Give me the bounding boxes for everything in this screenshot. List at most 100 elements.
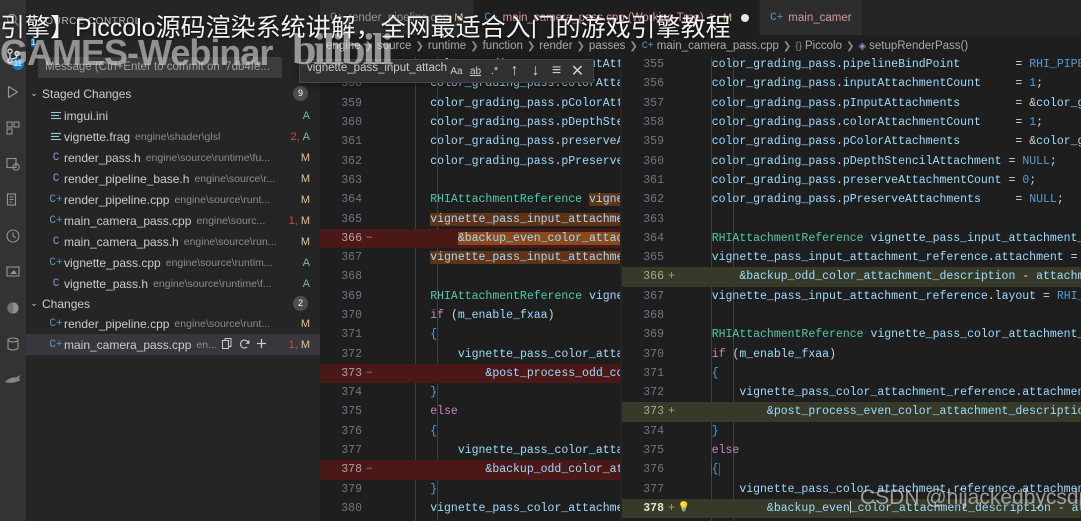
breadcrumb-item-passes[interactable]: passes: [589, 40, 625, 52]
list-item[interactable]: C render_pipeline_base.h engine\source\r…: [26, 168, 320, 189]
open-file-icon[interactable]: [221, 337, 234, 353]
code-line[interactable]: 370 if (m_enable_fxaa): [622, 344, 1081, 363]
breadcrumb-item-namespace[interactable]: {} Piccolo: [795, 40, 842, 52]
code-line[interactable]: 372 vignette_pass_color_attachment_refer…: [622, 383, 1081, 402]
list-item[interactable]: C render_pass.h engine\source\runtime\fu…: [26, 147, 320, 168]
tab-dirty-dot[interactable]: [741, 13, 750, 22]
code-line[interactable]: 367 vignette_pass_input_attachment_refer…: [622, 287, 1081, 306]
find-in-selection-icon[interactable]: ≡: [546, 61, 567, 82]
breadcrumb-item-symbol[interactable]: ◈ setupRenderPass(): [858, 40, 968, 52]
source-control-icon[interactable]: 11: [0, 38, 26, 74]
code-line[interactable]: 376 {: [622, 460, 1081, 479]
code-line[interactable]: 357 color_grading_pass.pInputAttachments…: [622, 94, 1081, 113]
use-regex-icon[interactable]: .*: [485, 62, 504, 81]
breadcrumb-item-function[interactable]: function: [483, 40, 523, 52]
find-input[interactable]: vignette_pass_input_attachm: [303, 61, 447, 81]
code-line-added[interactable]: 366 + &backup_odd_color_attachment_descri…: [622, 267, 1081, 287]
database-icon[interactable]: [0, 326, 26, 362]
code-line[interactable]: 362 color_grading_pass.pPreserveAttachme…: [622, 190, 1081, 209]
code-line[interactable]: 369 RHIAttachmentReference vignette_pass…: [622, 325, 1081, 344]
code-line[interactable]: 361 color_grading_pass.preserveAttachmen…: [622, 171, 1081, 190]
list-item-selected[interactable]: C+ main_camera_pass.cpp en... 1, M: [26, 334, 320, 355]
code-line[interactable]: 361 color_grading_pass.preserveAttachmen: [320, 132, 620, 151]
close-icon[interactable]: ✕: [567, 61, 588, 82]
search-icon[interactable]: [0, 2, 26, 38]
chevron-down-icon: ⌄: [30, 88, 38, 98]
breadcrumb-item-render[interactable]: render: [539, 40, 572, 52]
staged-changes-header[interactable]: ⌄ Staged Changes 9: [26, 84, 320, 103]
code-line[interactable]: 369 RHIAttachmentReference vignette_pass: [320, 287, 620, 306]
list-item[interactable]: imgui.ini A: [26, 105, 320, 126]
code-line[interactable]: 367 vignette_pass_input_attachment_refer: [320, 248, 620, 267]
code-line[interactable]: 355 color_grading_pass.pipelineBindPoint…: [622, 57, 1081, 74]
extensions-icon[interactable]: [0, 110, 26, 146]
code-line[interactable]: 359 color_grading_pass.pColorAttachments: [320, 94, 620, 113]
tab-render-pipeline-cpp[interactable]: C+ render_pipeline.cpp M: [320, 0, 475, 35]
list-item[interactable]: vignette.frag engine\shader\glsl 2, A: [26, 126, 320, 147]
timeline-icon[interactable]: [0, 218, 26, 254]
match-case-icon[interactable]: Aa: [447, 62, 466, 81]
list-item[interactable]: C vignette_pass.h engine\source\runtime\…: [26, 273, 320, 294]
list-item[interactable]: C+ render_pipeline.cpp engine\source\run…: [26, 189, 320, 210]
code-line[interactable]: 371 {: [320, 325, 620, 344]
list-item[interactable]: C+ vignette_pass.cpp engine\source\runti…: [26, 252, 320, 273]
code-line[interactable]: 356 color_grading_pass.inputAttachmentCo…: [622, 74, 1081, 93]
tab-main-camera-pass-cpp[interactable]: C+ main_camer: [760, 0, 863, 35]
code-line[interactable]: 359 color_grading_pass.pColorAttachments…: [622, 132, 1081, 151]
code-line[interactable]: 363: [622, 209, 1081, 228]
list-item[interactable]: C main_camera_pass.h engine\source\run..…: [26, 231, 320, 252]
code-line[interactable]: 379 }: [320, 480, 620, 499]
code-line[interactable]: 364 RHIAttachmentReference vignette_pass: [320, 190, 620, 209]
code-line[interactable]: 377 vignette_pass_color_attachment_r: [320, 441, 620, 460]
code-line-added-current[interactable]: 378 + 💡 &backup_even_color_attachment_desc…: [622, 498, 1081, 519]
code-line[interactable]: 368: [320, 267, 620, 286]
lightbulb-icon[interactable]: 💡: [677, 502, 691, 514]
commit-message-input[interactable]: Message (Ctrl+Enter to commit on '7db4fe…: [38, 57, 282, 78]
stage-changes-icon[interactable]: [255, 337, 268, 353]
breadcrumb-item-file[interactable]: C+ main_camera_pass.cpp: [642, 40, 779, 52]
code-line[interactable]: 380 vignette_pass_color_attachment_refer: [320, 499, 620, 518]
code-line[interactable]: 374 }: [320, 383, 620, 402]
code-line-deleted[interactable]: 378− &backup_odd_color_attachment: [320, 460, 620, 480]
code-line[interactable]: 364 RHIAttachmentReference vignette_pass…: [622, 229, 1081, 248]
code-line-deleted[interactable]: 366− &backup_even_color_attachment_de: [320, 228, 620, 248]
code-line[interactable]: 360 color_grading_pass.pDepthStencilAtta: [320, 113, 620, 132]
remote-explorer-icon[interactable]: [0, 146, 26, 182]
vscode-window: 11 SOURCE CONTROL 1 Message (Ctrl+Enter …: [0, 0, 1081, 521]
changes-header[interactable]: ⌄ Changes 2: [26, 294, 320, 313]
live-share-icon[interactable]: [0, 254, 26, 290]
breadcrumb: engine ❯ source ❯ runtime ❯ function ❯ r…: [320, 35, 1081, 57]
tab-main-camera-pass-cpp-working-tree[interactable]: C+ main_camera_pass.cpp (Working Tree) 1…: [474, 0, 761, 35]
breadcrumb-item-runtime[interactable]: runtime: [428, 40, 466, 52]
next-match-icon[interactable]: ↓: [525, 61, 546, 82]
code-line[interactable]: 365 vignette_pass_input_attachment_refer…: [622, 248, 1081, 267]
code-line[interactable]: 372 vignette_pass_color_attachment_r: [320, 344, 620, 363]
code-line[interactable]: 375 else: [622, 441, 1081, 460]
code-line[interactable]: 365 vignette_pass_input_attachment_refer: [320, 209, 620, 228]
code-line[interactable]: 360 color_grading_pass.pDepthStencilAtta…: [622, 151, 1081, 170]
code-line[interactable]: 358 color_grading_pass.colorAttachmentCo…: [622, 113, 1081, 132]
run-and-debug-icon[interactable]: [0, 74, 26, 110]
docker-icon[interactable]: [0, 290, 26, 326]
testing-icon[interactable]: [0, 182, 26, 218]
code-line[interactable]: 374 }: [622, 422, 1081, 441]
code-line-deleted[interactable]: 373− &post_process_odd_color_atta: [320, 363, 620, 384]
code-line[interactable]: 376 {: [320, 422, 620, 441]
breadcrumb-item-source[interactable]: source: [377, 40, 412, 52]
sidebar-title: SOURCE CONTROL: [38, 16, 141, 27]
gitlens-icon[interactable]: [0, 362, 26, 398]
match-whole-word-icon[interactable]: ab: [466, 62, 485, 81]
code-line-added[interactable]: 373 + &post_process_even_color_attachment…: [622, 402, 1081, 422]
code-line[interactable]: 375 else: [320, 402, 620, 421]
code-line[interactable]: 371 {: [622, 364, 1081, 383]
code-line[interactable]: 368: [622, 306, 1081, 325]
code-line[interactable]: 370 if (m_enable_fxaa): [320, 306, 620, 325]
code-line[interactable]: 363: [320, 171, 620, 190]
discard-changes-icon[interactable]: [238, 337, 251, 353]
code-line[interactable]: 362 color_grading_pass.pPreserveAttachme: [320, 151, 620, 170]
code-line[interactable]: 377 vignette_pass_color_attachment_refer…: [622, 480, 1081, 499]
list-item[interactable]: C+ render_pipeline.cpp engine\source\run…: [26, 313, 320, 334]
previous-match-icon[interactable]: ↑: [504, 61, 525, 82]
breadcrumb-item-engine[interactable]: engine: [326, 40, 361, 52]
list-item[interactable]: C+ main_camera_pass.cpp engine\sourc... …: [26, 210, 320, 231]
